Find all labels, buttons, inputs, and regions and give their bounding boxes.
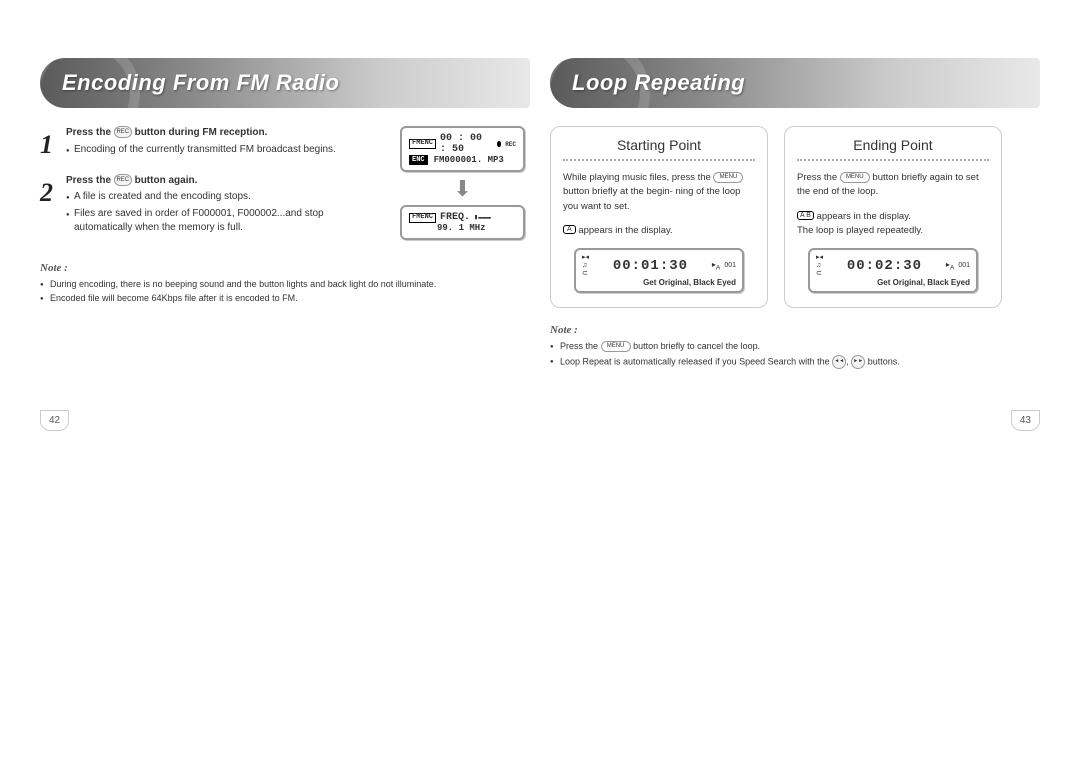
page-title-left: Encoding From FM Radio xyxy=(62,70,339,96)
step2-text-b: button again. xyxy=(135,175,198,186)
step2-bullet1: A file is created and the encoding stops… xyxy=(66,190,381,205)
a-badge: A xyxy=(563,225,576,234)
rec-label: REC xyxy=(505,141,516,148)
end-text2: appears in the display. xyxy=(817,211,911,222)
signal-icon: ▮▬▬▬ xyxy=(474,213,491,222)
rec-dot-icon xyxy=(497,141,501,147)
header-encoding: Encoding From FM Radio xyxy=(40,58,530,108)
start-text1a: While playing music files, press the xyxy=(563,172,711,183)
page-number-right: 43 xyxy=(1011,410,1040,431)
player-track-end: Get Original, Black Eyed xyxy=(816,278,970,287)
rnote1a: Press the xyxy=(560,341,598,351)
note-block-left: Note : During encoding, there is no beep… xyxy=(40,262,530,305)
lcd-filename: FM000001. MP3 xyxy=(432,155,504,165)
player-icons: ▸◂♫⊂ xyxy=(582,254,589,277)
rnote2a: Loop Repeat is automatically released if… xyxy=(560,356,830,366)
starting-point-panel: Starting Point While playing music files… xyxy=(550,126,768,308)
end-text1a: Press the xyxy=(797,172,837,183)
play-arrow-icon: ▸A xyxy=(712,260,720,272)
note-heading: Note : xyxy=(40,262,530,274)
end-text1b: button briefly xyxy=(872,172,926,183)
forward-button-icon: ►► xyxy=(851,355,865,369)
player-time-start: 00:01:30 xyxy=(593,258,708,274)
start-text2: appears in the display. xyxy=(578,225,672,236)
ending-point-heading: Ending Point xyxy=(797,137,989,153)
arrow-down-icon: ⬇ xyxy=(453,182,471,195)
step1-text-b: button during FM reception. xyxy=(135,127,268,138)
lcd-freq: FMENC FREQ. ▮▬▬▬ 99. 1 MHz xyxy=(400,205,525,240)
start-text1b: button briefly at the begin- xyxy=(563,186,673,197)
menu-button-icon: MENU xyxy=(713,172,743,183)
rec-button-icon: REC xyxy=(114,126,132,138)
fm-enc-badge2: FMENC xyxy=(409,213,436,223)
step1-bullet1: Encoding of the currently transmitted FM… xyxy=(66,143,381,158)
rnote2b: buttons. xyxy=(868,356,900,366)
step-number-1: 1 xyxy=(40,126,58,164)
rnote1b: button briefly to cancel the loop. xyxy=(633,341,760,351)
page-title-right: Loop Repeating xyxy=(572,70,745,96)
freq-label: FREQ. xyxy=(440,212,470,223)
note-block-right: Note : Press the MENU button briefly to … xyxy=(550,324,1040,369)
menu-button-icon: MENU xyxy=(840,172,870,183)
end-text3: The loop is played repeatedly. xyxy=(797,225,923,236)
steps-column: 1 Press the REC button during FM recepti… xyxy=(40,126,381,246)
step1-text-a: Press the xyxy=(66,127,111,138)
freq-value: 99. 1 MHz xyxy=(409,223,516,233)
page-43: Loop Repeating Starting Point While play… xyxy=(550,40,1040,371)
step2-bullet2: Files are saved in order of F000001, F00… xyxy=(66,207,381,236)
lcd-player-start: ▸◂♫⊂ 00:01:30 ▸A 001 Get Original, Black… xyxy=(574,248,744,293)
player-icons: ▸◂♫⊂ xyxy=(816,254,823,277)
player-trk-start: 001 xyxy=(724,262,736,269)
starting-point-heading: Starting Point xyxy=(563,137,755,153)
note1: During encoding, there is no beeping sou… xyxy=(40,278,530,291)
lcd-time: 00 : 00 : 50 xyxy=(440,133,493,155)
player-time-end: 00:02:30 xyxy=(827,258,942,274)
step-number-2: 2 xyxy=(40,174,58,236)
ending-point-panel: Ending Point Press the MENU button brief… xyxy=(784,126,1002,308)
fm-enc-badge: FMENC xyxy=(409,139,436,149)
note2: Encoded file will become 64Kbps file aft… xyxy=(40,292,530,305)
header-loop: Loop Repeating xyxy=(550,58,1040,108)
rec-button-icon: REC xyxy=(114,174,132,186)
menu-button-icon: MENU xyxy=(601,341,631,352)
page-42: Encoding From FM Radio 1 Press the REC b… xyxy=(40,40,530,371)
lcd-encoding: FMENC 00 : 00 : 50 REC ENC FM000001. MP3 xyxy=(400,126,525,172)
ab-badge: A B xyxy=(797,211,814,220)
step2-text-a: Press the xyxy=(66,175,111,186)
lcd-column: FMENC 00 : 00 : 50 REC ENC FM000001. MP3… xyxy=(395,126,530,246)
player-track-start: Get Original, Black Eyed xyxy=(582,278,736,287)
lcd-player-end: ▸◂♫⊂ 00:02:30 ▸A 001 Get Original, Black… xyxy=(808,248,978,293)
note-heading-right: Note : xyxy=(550,324,1040,336)
enc-badge: ENC xyxy=(409,155,428,165)
player-trk-end: 001 xyxy=(958,262,970,269)
page-number-left: 42 xyxy=(40,410,69,431)
rewind-button-icon: ◄◄ xyxy=(832,355,846,369)
play-arrow-icon: ▸A xyxy=(946,260,954,272)
